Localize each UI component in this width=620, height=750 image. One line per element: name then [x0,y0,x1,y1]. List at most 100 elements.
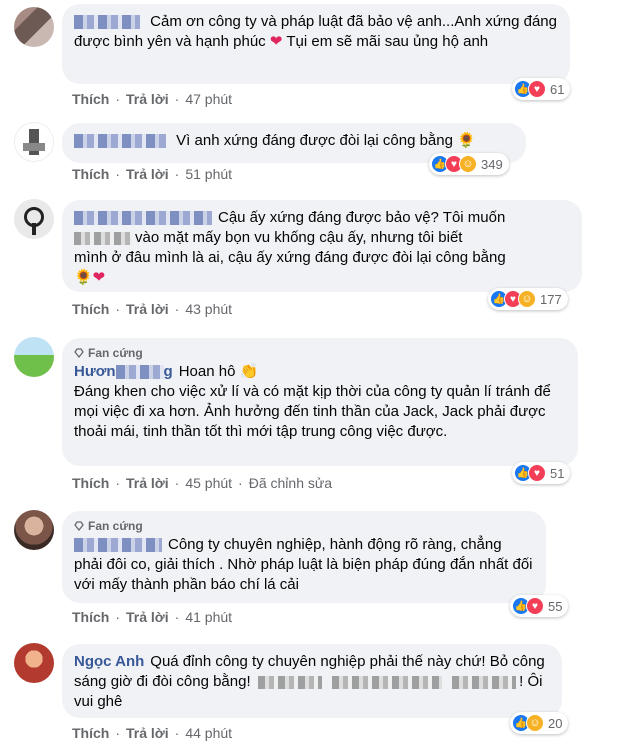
like-button[interactable]: Thích [72,609,109,625]
commenter-name-tail[interactable]: g [164,363,173,380]
reaction-summary[interactable]: 👍 ♥ 55 [510,595,569,617]
fan-badge: Fan cứng [74,519,534,533]
love-icon: ♥ [526,597,544,615]
reply-button[interactable]: Trả lời [126,725,169,741]
comment-actions: Thích · Trả lời · 44 phút [72,725,232,741]
comment-bubble: Fan cứng Hươn g Hoan hô 👏 Đáng khen cho vi… [62,338,578,466]
avatar-figure [29,129,39,155]
reply-button[interactable]: Trả lời [126,475,169,491]
avatar[interactable] [14,122,54,162]
like-button[interactable]: Thích [72,301,109,317]
comment-text: Hoan hô [178,363,236,380]
comment-body: Công ty chuyên nghiệp, hành động rõ ràng… [74,535,534,595]
like-button[interactable]: Thích [72,166,109,182]
comment-bubble: Ngọc Anh Quá đỉnh công ty chuyên nghiệp p… [62,644,562,718]
commenter-name[interactable]: Hươn [74,363,116,380]
comment-bubble: Fan cứng Công ty chuyên nghiệp, hành độn… [62,511,546,603]
blurred-text [331,675,442,689]
comment-actions: Thích · Trả lời · 43 phút [72,301,232,317]
separator: · [115,91,121,107]
comment-actions: Thích · Trả lời · 41 phút [72,609,232,625]
separator: · [115,725,121,741]
comment-text: Đáng khen cho việc xử lí và có mặt kịp t… [74,383,551,440]
separator: · [174,725,180,741]
reply-button[interactable]: Trả lời [126,301,169,317]
reaction-count: 55 [548,598,563,614]
like-button[interactable]: Thích [72,475,109,491]
blurred-name[interactable] [74,211,212,226]
blurred-text [74,231,132,245]
reply-button[interactable]: Trả lời [126,166,169,182]
comment-text: Vì anh xứng đáng được đòi lại công bằng [176,132,453,149]
reaction-summary[interactable]: 👍 ♥ 51 [512,462,571,484]
comment-bubble: Cảm ơn công ty và pháp luật đã bảo vệ an… [62,4,570,84]
separator: · [174,475,180,491]
separator: · [115,166,121,182]
blurred-name[interactable] [74,134,166,149]
separator: · [174,166,180,182]
love-icon: ♥ [528,80,546,98]
avatar[interactable] [14,199,54,239]
timestamp[interactable]: 41 phút [185,609,232,625]
diamond-icon [74,521,84,531]
love-icon: ♥ [528,464,546,482]
avatar-figure [23,143,45,151]
clap-emoji: 👏 [239,363,259,380]
separator: · [115,609,121,625]
reaction-summary[interactable]: 👍 ♥ ☺ 349 [429,153,509,175]
reaction-count: 20 [548,715,563,731]
comment-actions: Thích · Trả lời · 51 phút [72,166,232,182]
reaction-summary[interactable]: 👍 ♥ ☺ 177 [488,288,568,310]
care-icon: ☺ [526,714,544,732]
fan-badge-label: Fan cứng [88,346,143,360]
blurred-text [452,675,517,689]
comment-actions: Thích · Trả lời · 45 phút · Đã chỉnh sửa [72,475,332,491]
edited-label[interactable]: Đã chỉnh sửa [249,475,332,491]
comment-line-1: Cậu ấy xứng đáng được bảo vệ? Tôi muốn [74,208,570,228]
avatar[interactable] [14,7,54,47]
separator: · [174,91,180,107]
blurred-name[interactable] [74,15,140,30]
care-icon: ☺ [518,290,536,308]
blurred-name[interactable] [74,538,162,553]
heart-emoji: ❤ [269,33,283,50]
timestamp[interactable]: 47 phút [185,91,232,107]
fan-badge: Fan cứng [74,346,566,360]
comment-text: vào mặt mấy bọn vu khống cậu ấy, nhưng t… [135,229,463,246]
emoji-line: 🌻❤ [74,269,106,286]
comment-bubble: Cậu ấy xứng đáng được bảo vệ? Tôi muốn v… [62,200,582,292]
timestamp[interactable]: 45 phút [185,475,232,491]
like-button[interactable]: Thích [72,91,109,107]
blurred-name[interactable] [115,365,164,380]
timestamp[interactable]: 51 phút [185,166,232,182]
blurred-text [257,675,322,689]
care-icon: ☺ [459,155,477,173]
reaction-count: 177 [540,291,562,307]
separator: · [238,475,243,491]
timestamp[interactable]: 44 phút [185,725,232,741]
comment-head: Hươn g Hoan hô 👏 [74,362,566,382]
separator: · [174,609,180,625]
avatar[interactable] [14,510,54,550]
comment-actions: Thích · Trả lời · 47 phút [72,91,232,107]
comment-text: Cậu ấy xứng đáng được bảo vệ? Tôi muốn [218,209,506,226]
reaction-summary[interactable]: 👍 ♥ 61 [512,78,571,100]
fan-badge-label: Fan cứng [88,519,143,533]
reply-button[interactable]: Trả lời [126,91,169,107]
reaction-summary[interactable]: 👍 ☺ 20 [510,712,569,734]
reaction-count: 51 [550,465,565,481]
separator: · [174,301,180,317]
avatar-figure [32,223,36,235]
comment-line-2: vào mặt mấy bọn vu khống cậu ấy, nhưng t… [74,228,570,248]
reaction-count: 61 [550,81,565,97]
like-button[interactable]: Thích [72,725,109,741]
avatar[interactable] [14,643,54,683]
sunflower-emoji: 🌻 [457,132,476,149]
diamond-icon [74,348,84,358]
separator: · [115,301,121,317]
commenter-name[interactable]: Ngọc Anh [74,653,144,670]
separator: · [115,475,121,491]
timestamp[interactable]: 43 phút [185,301,232,317]
avatar[interactable] [14,337,54,377]
reply-button[interactable]: Trả lời [126,609,169,625]
